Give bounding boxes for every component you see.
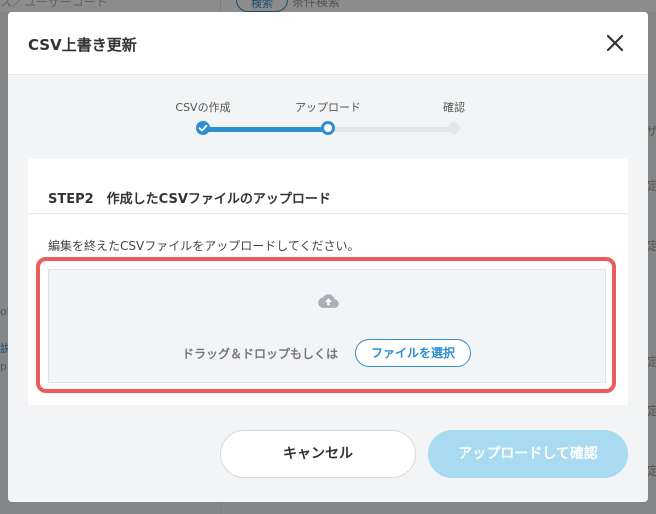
drop-zone-highlight [36, 257, 616, 393]
close-icon [606, 34, 624, 52]
step-description: 編集を終えたCSVファイルをアップロードしてください。 [48, 239, 360, 253]
cancel-button[interactable]: キャンセル [220, 430, 416, 478]
step-pending-dot-icon [448, 122, 460, 134]
csv-update-modal: CSV上書き更新 CSVの作成 アップロード 確認 STEP2 作成したCSVフ… [8, 12, 648, 502]
stepper-progress [203, 127, 328, 132]
modal-title: CSV上書き更新 [28, 36, 137, 54]
modal-header: CSV上書き更新 [8, 12, 648, 75]
step-completed-check-icon [196, 121, 210, 135]
step-current-dot-icon [321, 121, 335, 135]
step-label-confirm: 確認 [443, 101, 465, 114]
card-divider [28, 213, 628, 214]
step-label-create-csv: CSVの作成 [175, 101, 231, 114]
step-label-upload: アップロード [295, 101, 361, 114]
upload-step-card: STEP2 作成したCSVファイルのアップロード 編集を終えたCSVファイルをア… [28, 159, 628, 405]
close-button[interactable] [604, 32, 626, 54]
upload-confirm-button[interactable]: アップロードして確認 [428, 430, 628, 478]
step-title: STEP2 作成したCSVファイルのアップロード [48, 192, 331, 207]
progress-stepper: CSVの作成 アップロード 確認 [8, 86, 648, 136]
